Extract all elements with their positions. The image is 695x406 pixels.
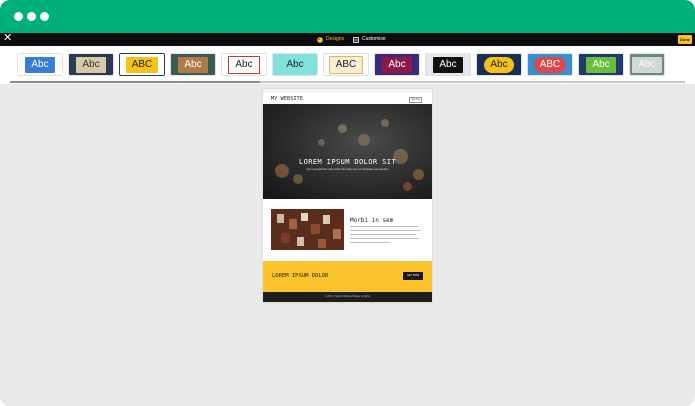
preview-cta-band: LOREM IPSUM DOLOR GET NOW	[263, 261, 432, 292]
preview-hero-subtitle: Sed ut perspiciatis unde omnis iste natu…	[306, 168, 389, 171]
theme-tile-label: Abc	[433, 56, 463, 73]
done-button[interactable]: Done	[678, 35, 692, 44]
preview-hero: LOREM IPSUM DOLOR SIT Sed ut perspiciati…	[263, 104, 432, 199]
sliders-icon	[353, 36, 359, 43]
theme-picker-strip: Abc Abc ABC Abc Abc Abc ABC Abc Abc Abc …	[0, 46, 695, 84]
tab-customise[interactable]: Customise	[353, 33, 386, 46]
theme-tile[interactable]: Abc	[629, 53, 665, 76]
site-preview: MY WEBSITE Get Yes LOREM IPSUM DOLOR SIT…	[263, 89, 432, 302]
theme-tile-label: Abc	[76, 56, 106, 73]
window-dot-2	[27, 12, 36, 21]
window-titlebar	[0, 0, 695, 33]
preview-text-line	[350, 242, 390, 243]
editor-toolbar: ✕ Designs Customise Done	[0, 32, 695, 46]
theme-tile[interactable]: Abc	[425, 53, 471, 76]
bokeh-light	[275, 164, 289, 178]
preview-text-line	[350, 226, 418, 227]
preview-content-title: Morbi in sem	[350, 217, 394, 224]
preview-text-line	[350, 238, 419, 239]
image-shape	[297, 237, 304, 246]
theme-tile[interactable]: Abc	[272, 53, 318, 76]
theme-tile[interactable]: Abc	[68, 53, 114, 76]
theme-tile[interactable]: Abc	[374, 53, 420, 76]
image-shape	[277, 214, 284, 223]
theme-tile-label: ABC	[328, 55, 364, 74]
bokeh-light	[381, 119, 389, 127]
tab-customise-label: Customise	[362, 36, 386, 42]
preview-text-line	[350, 234, 416, 235]
theme-tile-label: Abc	[632, 56, 662, 73]
window-dot-1	[14, 12, 23, 21]
theme-tile-label: Abc	[586, 56, 616, 73]
theme-scrollbar-thumb[interactable]	[10, 81, 260, 83]
tab-designs-label: Designs	[326, 36, 345, 42]
theme-tile[interactable]: ABC	[527, 53, 573, 76]
theme-tile[interactable]: Abc	[476, 53, 522, 76]
bokeh-light	[358, 134, 370, 146]
theme-tile-label: Abc	[228, 55, 260, 74]
image-shape	[318, 239, 326, 248]
image-shape	[301, 213, 308, 221]
window-dot-3	[40, 12, 49, 21]
preview-text-line	[350, 230, 420, 231]
bokeh-light	[293, 174, 303, 184]
preview-header-button: Get Yes	[409, 97, 422, 103]
theme-tile-label: ABC	[125, 56, 159, 73]
app-window: ✕ Designs Customise Done Abc Abc ABC Abc…	[0, 0, 695, 406]
theme-tile[interactable]: Abc	[170, 53, 216, 76]
theme-tile[interactable]: Abc	[221, 53, 267, 76]
theme-tile-selected[interactable]: ABC	[119, 53, 165, 76]
preview-cta-button: GET NOW	[403, 272, 423, 280]
image-shape	[289, 219, 297, 229]
bokeh-light	[403, 182, 412, 191]
theme-tile-label: Abc	[280, 56, 310, 73]
theme-tile-label: Abc	[382, 56, 412, 73]
theme-tile[interactable]: Abc	[17, 53, 63, 76]
image-shape	[311, 224, 320, 234]
palette-icon	[317, 36, 323, 43]
bokeh-light	[318, 139, 325, 146]
image-shape	[323, 215, 330, 224]
preview-content-image	[271, 209, 344, 250]
theme-tile[interactable]: ABC	[323, 53, 369, 76]
bokeh-light	[338, 124, 347, 133]
theme-tile-label: ABC	[533, 56, 567, 73]
image-shape	[281, 233, 290, 243]
preview-url-bar	[263, 89, 432, 93]
preview-hero-title: LOREM IPSUM DOLOR SIT	[299, 158, 396, 166]
close-icon[interactable]: ✕	[3, 32, 12, 45]
theme-tile-label: Abc	[484, 56, 514, 73]
theme-tile-label: Abc	[25, 56, 55, 73]
preview-copyright: © 2016. Publish Website Builder all righ…	[263, 292, 432, 302]
preview-site-name: MY WEBSITE	[271, 96, 304, 102]
image-shape	[333, 229, 341, 239]
theme-scrollbar[interactable]	[10, 81, 685, 83]
tab-designs[interactable]: Designs	[317, 33, 344, 46]
theme-tile-label: Abc	[178, 56, 208, 73]
preview-cta-text: LOREM IPSUM DOLOR	[272, 273, 329, 279]
theme-tile[interactable]: Abc	[578, 53, 624, 76]
